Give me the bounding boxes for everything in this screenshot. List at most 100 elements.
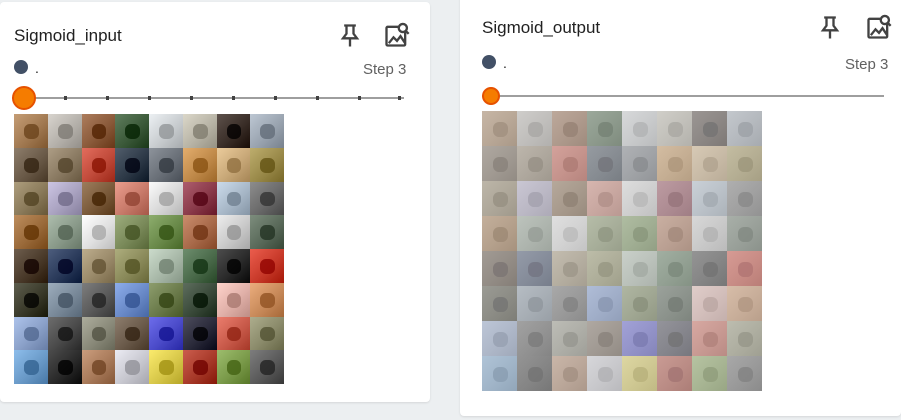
image-subject (632, 331, 648, 347)
image-subject (24, 191, 39, 207)
image-thumbnail (622, 216, 657, 251)
image-thumbnail (115, 316, 149, 351)
image-subject (667, 366, 683, 382)
image-thumbnail (482, 286, 517, 321)
step-label: Step 3 (845, 56, 889, 73)
image-grid (14, 114, 284, 384)
image-subject (91, 360, 107, 376)
image-subject (226, 292, 242, 308)
image-thumbnail (115, 114, 149, 148)
image-thumbnail (216, 350, 251, 384)
image-subject (492, 121, 508, 137)
image-thumbnail (482, 216, 517, 251)
image-subject (667, 261, 683, 277)
image-thumbnail (727, 146, 762, 181)
image-subject (667, 296, 683, 312)
image-thumbnail (115, 282, 149, 317)
image-subject (667, 121, 683, 137)
image-subject (562, 226, 578, 242)
image-thumbnail (250, 249, 284, 283)
slider-tick (358, 96, 361, 100)
slider-tick (106, 96, 109, 100)
image-subject (226, 124, 242, 139)
image-thumbnail (587, 111, 622, 146)
image-subject (632, 121, 648, 137)
image-thumbnail (149, 249, 183, 283)
image-subject (192, 360, 208, 376)
image-thumbnail (657, 321, 692, 356)
card-title: Sigmoid_output (482, 18, 601, 37)
image-thumbnail (692, 111, 727, 146)
download-image-icon[interactable] (865, 13, 893, 41)
image-subject (597, 331, 613, 347)
download-image-icon[interactable] (383, 21, 411, 49)
sigmoid-input-card: Sigmoid_input . Step 3 (0, 2, 430, 402)
image-subject (260, 360, 276, 376)
image-subject (125, 326, 141, 342)
image-thumbnail (182, 114, 217, 148)
pin-icon[interactable] (336, 22, 364, 50)
image-subject (527, 261, 543, 277)
slider-thumb[interactable] (12, 86, 36, 110)
image-thumbnail (727, 111, 762, 146)
image-thumbnail (622, 111, 657, 146)
slider-track[interactable] (12, 97, 404, 99)
image-subject (527, 331, 543, 347)
image-thumbnail (517, 216, 552, 251)
image-thumbnail (552, 286, 587, 321)
image-subject (527, 191, 543, 207)
image-subject (57, 326, 73, 342)
image-thumbnail (517, 111, 552, 146)
step-label: Step 3 (363, 61, 407, 78)
image-thumbnail (622, 321, 657, 356)
slider-tick (274, 96, 277, 100)
image-thumbnail (182, 350, 217, 384)
image-thumbnail (552, 181, 587, 216)
image-subject (667, 156, 683, 172)
image-thumbnail (81, 181, 116, 216)
image-subject (702, 366, 718, 382)
sigmoid-output-card: Sigmoid_output . Step 3 (460, 0, 901, 416)
image-subject (492, 156, 508, 172)
image-thumbnail (81, 249, 116, 283)
image-thumbnail (517, 251, 552, 286)
image-thumbnail (149, 215, 183, 249)
image-thumbnail (622, 251, 657, 286)
image-subject (632, 191, 648, 207)
pin-icon[interactable] (816, 14, 844, 42)
image-thumbnail (81, 350, 116, 384)
image-subject (562, 331, 578, 347)
image-thumbnail (657, 356, 692, 391)
image-thumbnail (587, 146, 622, 181)
image-subject (125, 259, 141, 274)
image-subject (24, 157, 39, 173)
slider-track[interactable] (482, 95, 884, 97)
image-thumbnail (657, 216, 692, 251)
image-subject (737, 261, 753, 277)
image-thumbnail (587, 356, 622, 391)
step-slider[interactable] (482, 84, 884, 108)
image-thumbnail (216, 316, 251, 351)
image-thumbnail (47, 114, 82, 148)
image-subject (597, 226, 613, 242)
image-thumbnail (657, 146, 692, 181)
image-thumbnail (115, 147, 149, 182)
image-thumbnail (81, 282, 116, 317)
image-subject (57, 157, 73, 173)
image-subject (159, 292, 174, 308)
image-thumbnail (149, 147, 183, 182)
run-label: . (35, 60, 39, 76)
image-thumbnail (552, 251, 587, 286)
image-thumbnail (587, 286, 622, 321)
image-thumbnail (14, 316, 48, 351)
image-subject (562, 366, 578, 382)
image-subject (24, 225, 39, 241)
image-thumbnail (216, 215, 251, 249)
image-subject (226, 360, 242, 376)
step-slider[interactable] (12, 86, 404, 110)
image-subject (24, 360, 39, 376)
image-subject (632, 296, 648, 312)
slider-thumb[interactable] (482, 87, 500, 105)
image-subject (527, 296, 543, 312)
image-subject (260, 259, 276, 274)
